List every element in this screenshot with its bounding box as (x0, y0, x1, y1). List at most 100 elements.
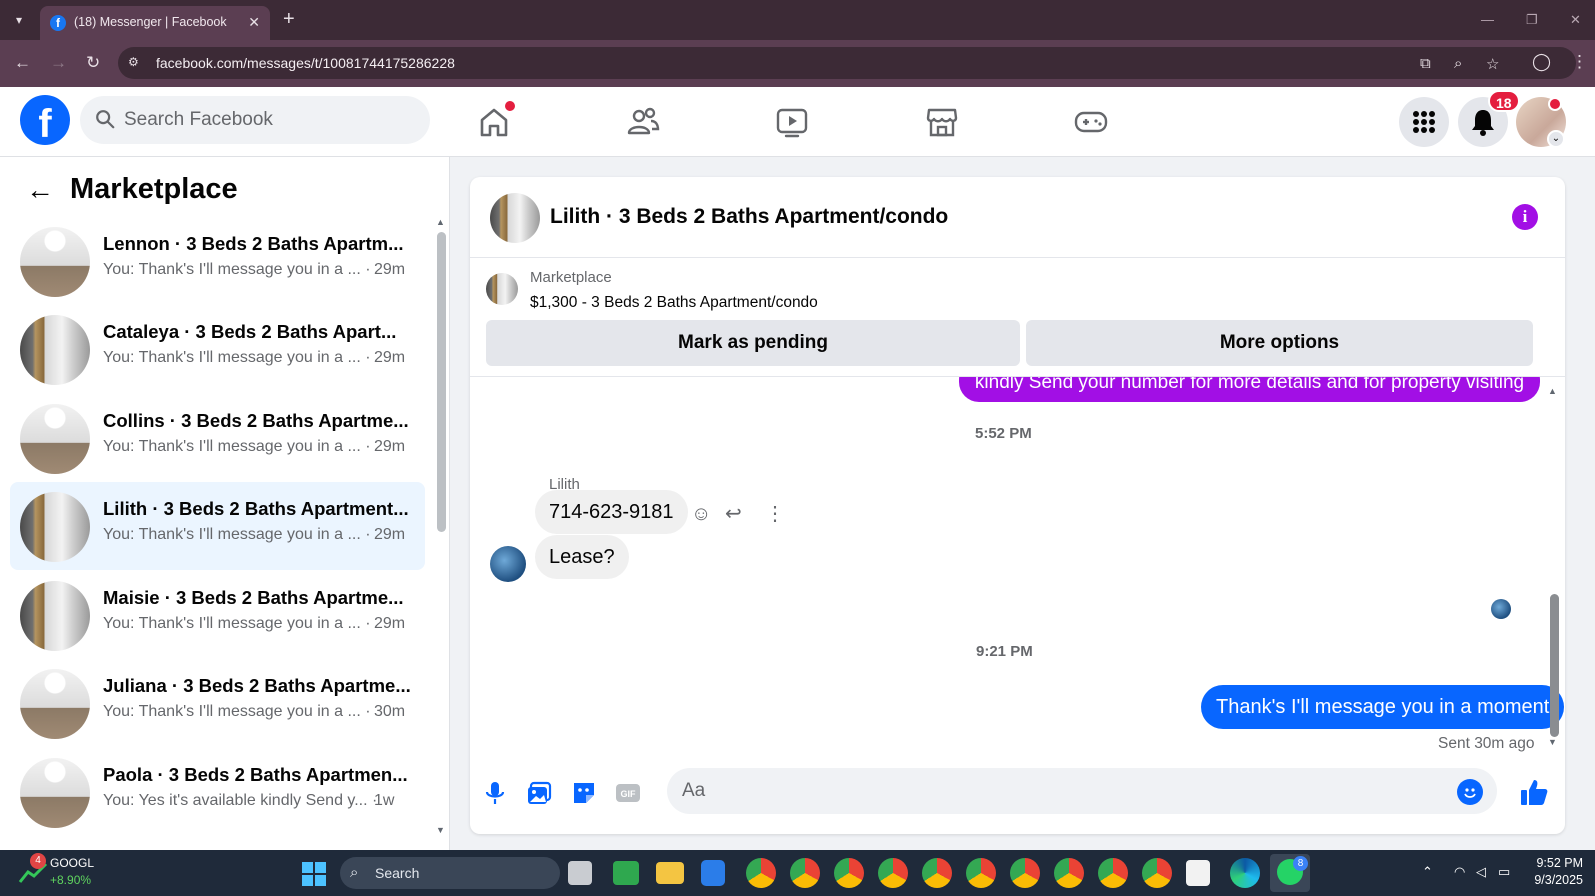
new-tab-icon[interactable]: + (283, 9, 295, 29)
tab-close-icon[interactable]: ✕ (248, 14, 260, 31)
tab-title: (18) Messenger | Facebook (74, 15, 227, 29)
sticker-icon[interactable] (571, 780, 597, 806)
bookmark-star-icon[interactable]: ☆ (1486, 55, 1499, 73)
install-app-icon[interactable]: ⧉ (1420, 55, 1431, 72)
gif-icon[interactable]: GIF (615, 780, 641, 806)
reload-icon[interactable]: ↻ (86, 53, 100, 73)
document-app-icon[interactable] (1186, 860, 1210, 886)
minimize-icon[interactable]: — (1481, 12, 1494, 27)
chrome-icon[interactable] (834, 858, 864, 888)
scroll-down-arrow-icon[interactable]: ▼ (1548, 737, 1557, 747)
search-icon (96, 110, 115, 129)
info-icon[interactable]: i (1512, 204, 1538, 230)
chrome-icon[interactable] (1098, 858, 1128, 888)
video-icon[interactable] (774, 104, 810, 140)
windows-start-icon[interactable] (302, 862, 326, 886)
chat-avatar[interactable] (490, 193, 540, 243)
restore-icon[interactable]: ❐ (1526, 12, 1538, 28)
chat-title[interactable]: Lilith · 3 Beds 2 Baths Apartment/condo (550, 205, 948, 229)
conversation-item[interactable]: Lennon · 3 Beds 2 Baths Apartm... You: T… (10, 217, 425, 305)
scroll-up-arrow-icon[interactable]: ▲ (1548, 386, 1557, 396)
incoming-message[interactable]: 714-623-9181 (535, 490, 688, 534)
taskbar-date[interactable]: 9/3/2025 (1524, 873, 1583, 887)
forward-icon[interactable]: → (50, 53, 67, 73)
microphone-icon[interactable] (482, 780, 508, 806)
address-bar[interactable]: ⚙ facebook.com/messages/t/10081744175286… (118, 47, 1576, 79)
chrome-icon[interactable] (878, 858, 908, 888)
chrome-icon[interactable] (966, 858, 996, 888)
conversation-item[interactable]: Collins · 3 Beds 2 Baths Apartme... You:… (10, 394, 425, 482)
conversation-item[interactable]: Maisie · 3 Beds 2 Baths Apartme... You: … (10, 571, 425, 659)
conversation-time: 29m (374, 349, 406, 366)
conversation-snippet: You: Thank's I'll message you in a ... · (103, 349, 371, 366)
chat-scrollbar[interactable] (1550, 594, 1559, 737)
chrome-icon[interactable] (746, 858, 776, 888)
outgoing-message[interactable]: Thank's I'll message you in a moment (1201, 685, 1565, 729)
url-text: facebook.com/messages/t/1008174417528622… (156, 55, 455, 71)
outgoing-message[interactable]: kindly Send your number for more details… (959, 377, 1540, 402)
taskbar-search[interactable]: ⌕ Search (340, 857, 560, 889)
site-info-icon[interactable]: ⚙ (128, 55, 144, 71)
browser-tab[interactable]: f (18) Messenger | Facebook ✕ (40, 6, 270, 40)
conversation-item[interactable]: Paola · 3 Beds 2 Baths Apartmen... You: … (10, 748, 425, 836)
search-bar[interactable] (80, 96, 430, 144)
thumbs-up-icon[interactable] (1519, 777, 1549, 807)
taskbar-search-label: Search (375, 865, 420, 881)
conversation-time: 29m (374, 438, 406, 455)
chevron-down-icon[interactable]: ⌄ (1547, 130, 1565, 148)
listing-title[interactable]: $1,300 - 3 Beds 2 Baths Apartment/condo (530, 294, 818, 312)
conversation-item[interactable]: Cataleya · 3 Beds 2 Baths Apart... You: … (10, 305, 425, 393)
marketplace-icon[interactable] (924, 104, 960, 140)
volume-icon[interactable]: ◁ (1476, 864, 1486, 880)
incoming-message[interactable]: Lease? (535, 535, 629, 579)
profile-icon[interactable]: ◯ (1532, 52, 1551, 72)
search-input[interactable] (124, 106, 414, 134)
photo-icon[interactable] (526, 780, 552, 806)
zoom-icon[interactable]: ⌕ (1454, 55, 1462, 72)
back-arrow-icon[interactable]: ← (26, 175, 54, 205)
chrome-icon[interactable] (1142, 858, 1172, 888)
file-explorer-icon[interactable] (656, 862, 684, 884)
stock-ticker[interactable]: GOOGL (50, 856, 94, 870)
store-app-icon[interactable] (701, 860, 725, 886)
wifi-icon[interactable]: ◠ (1454, 864, 1465, 880)
facebook-logo-icon[interactable]: f (20, 95, 70, 145)
tray-overflow-icon[interactable]: ⌃ (1422, 864, 1433, 880)
message-input[interactable] (667, 768, 1497, 814)
more-options-button[interactable]: More options (1026, 320, 1533, 366)
reply-icon[interactable]: ↩ (725, 502, 742, 526)
battery-icon[interactable]: ▭ (1498, 864, 1510, 880)
scroll-up-arrow-icon[interactable]: ▲ (436, 217, 445, 227)
menu-button[interactable] (1399, 97, 1449, 147)
task-view-icon[interactable] (568, 861, 592, 885)
sheets-app-icon[interactable] (613, 861, 639, 885)
more-actions-icon[interactable]: ⋮ (765, 502, 785, 526)
conversation-name: Cataleya · 3 Beds 2 Baths Apart... (103, 321, 397, 342)
listing-thumbnail (20, 581, 90, 651)
react-emoji-icon[interactable]: ☺ (691, 502, 711, 526)
sidebar-scrollbar[interactable] (437, 232, 446, 532)
edge-icon[interactable] (1230, 858, 1260, 888)
conversation-item-active[interactable]: Lilith · 3 Beds 2 Baths Apartment... You… (10, 482, 425, 570)
tab-search-chevron-icon[interactable]: ▾ (8, 10, 30, 30)
sender-avatar[interactable] (490, 546, 526, 582)
browser-tab-bar: ▾ f (18) Messenger | Facebook ✕ + — ❐ ✕ (0, 0, 1595, 40)
emoji-icon[interactable] (1457, 779, 1483, 805)
mark-pending-button[interactable]: Mark as pending (486, 320, 1020, 366)
chrome-icon[interactable] (790, 858, 820, 888)
back-icon[interactable]: ← (14, 53, 31, 73)
timestamp: 9:21 PM (976, 643, 1033, 660)
stock-badge: 4 (30, 853, 46, 869)
taskbar-time[interactable]: 9:52 PM (1531, 856, 1583, 870)
conversation-item[interactable]: Juliana · 3 Beds 2 Baths Apartme... You:… (10, 659, 425, 747)
browser-menu-icon[interactable]: ⋮ (1571, 52, 1588, 72)
chrome-icon[interactable] (922, 858, 952, 888)
whatsapp-taskbar-button[interactable]: 8 (1270, 854, 1310, 892)
scroll-down-arrow-icon[interactable]: ▼ (436, 825, 445, 835)
window-close-icon[interactable]: ✕ (1570, 12, 1581, 28)
friends-icon[interactable] (625, 104, 661, 140)
chat-header: Lilith · 3 Beds 2 Baths Apartment/condo … (470, 177, 1565, 258)
gaming-icon[interactable] (1073, 104, 1109, 140)
chrome-icon[interactable] (1054, 858, 1084, 888)
chrome-icon[interactable] (1010, 858, 1040, 888)
